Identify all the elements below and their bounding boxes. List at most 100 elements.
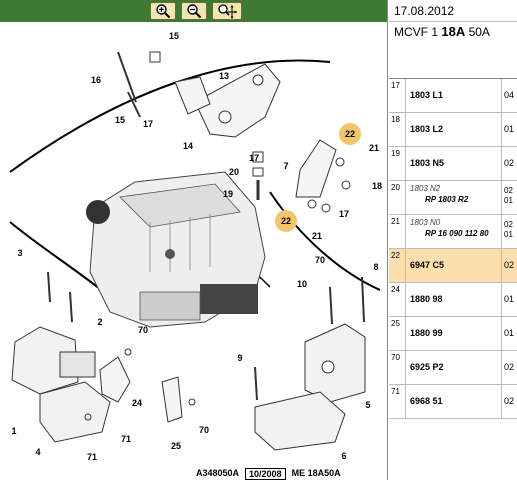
callout-7[interactable]: 7 [283, 161, 288, 171]
parts-table: 17 1803 L1 04 18 1803 L2 01 19 1803 N5 02 20 1803 … [389, 79, 517, 419]
callout-10[interactable]: 10 [297, 279, 307, 289]
parts-row-reference: 1803 N5 [410, 158, 445, 168]
parts-row-71[interactable]: 71 6968 51 02 [389, 385, 517, 419]
callout-25[interactable]: 25 [171, 441, 181, 451]
callout-5[interactable]: 5 [365, 400, 370, 410]
parts-row-reference: 1803 N0 [410, 218, 441, 227]
parts-row-quantity: 02 [504, 396, 515, 406]
parts-row-reference: 6968 51 [410, 396, 443, 406]
diagram-footer: A348050A 10/2008 ME 18A50A [196, 468, 341, 480]
parts-row-quantity: 02 [504, 260, 515, 270]
parts-row-index: 19 [389, 147, 406, 180]
parts-row-70[interactable]: 70 6925 P2 02 [389, 351, 517, 385]
parts-drawing: 15 16 13 15 17 14 22 21 17 20 19 7 18 17 22 21 3 2 10 8 70 70… [0, 22, 387, 480]
parts-row-19[interactable]: 19 1803 N5 02 [389, 147, 517, 181]
parts-row-reference: 6925 P2 [410, 362, 444, 372]
parts-row-quantity: 01 [504, 328, 515, 338]
right-lower-mount [254, 276, 366, 451]
small-link [161, 376, 196, 423]
zoom-in-icon [156, 4, 171, 19]
parts-row-replacement-reference: RP 1803 R2 [425, 195, 469, 204]
parts-row-24[interactable]: 24 1880 98 01 [389, 283, 517, 317]
callout-17[interactable]: 17 [143, 119, 153, 129]
callout-6[interactable]: 6 [341, 451, 346, 461]
callout-16[interactable]: 16 [91, 75, 101, 85]
parts-row-index: 71 [389, 385, 406, 418]
separator-curve-top [9, 59, 331, 173]
parts-row-25[interactable]: 25 1880 99 01 [389, 317, 517, 351]
callout-22[interactable]: 22 [345, 129, 355, 139]
parts-row-20[interactable]: 20 1803 N2 RP 1803 R2 02 01 [389, 181, 517, 215]
diagram-date-box: 10/2008 [245, 468, 286, 480]
callout-15[interactable]: 15 [169, 31, 179, 41]
parts-row-quantity: 01 [504, 124, 515, 134]
callout-19[interactable]: 19 [223, 189, 233, 199]
callout-70[interactable]: 70 [138, 325, 148, 335]
left-lower-mount [11, 271, 111, 443]
callout-17[interactable]: 17 [249, 153, 259, 163]
callout-4[interactable]: 4 [35, 447, 40, 457]
callout-9[interactable]: 9 [237, 353, 242, 363]
parts-row-quantity: 01 [504, 294, 515, 304]
callout-71[interactable]: 71 [87, 452, 97, 462]
diagram-ref-code: A348050A [196, 468, 240, 478]
callout-17[interactable]: 17 [339, 209, 349, 219]
parts-row-index: 25 [389, 317, 406, 350]
model-code: MCVF 1 18A 50A [389, 22, 517, 42]
callout-22[interactable]: 22 [281, 216, 291, 226]
callout-8[interactable]: 8 [373, 262, 378, 272]
parts-row-reference: 1803 L1 [410, 90, 444, 100]
diagram-toolbar [0, 0, 387, 22]
pan-zoom-button[interactable] [212, 2, 242, 20]
parts-row-index: 22 [389, 249, 406, 282]
callout-21[interactable]: 21 [312, 231, 322, 241]
parts-row-index: 20 [389, 181, 406, 214]
engine-assembly [86, 171, 266, 328]
zoom-out-icon [187, 4, 202, 19]
model-suffix: 50A [468, 25, 490, 39]
callout-1[interactable]: 1 [11, 426, 16, 436]
parts-row-22[interactable]: 22 6947 C5 02 [389, 249, 517, 283]
parts-list-panel: 17.08.2012 MCVF 1 18A 50A 17 1803 L1 04 18 1… [389, 0, 517, 480]
parts-row-quantity: 02 [504, 158, 515, 168]
callout-14[interactable]: 14 [183, 141, 193, 151]
callout-70[interactable]: 70 [199, 425, 209, 435]
model-prefix: MCVF 1 [394, 25, 439, 39]
callout-21[interactable]: 21 [369, 143, 379, 153]
parts-row-reference: 1880 99 [410, 328, 443, 338]
parts-row-quantity-replacement: 01 [504, 196, 513, 205]
torque-link [252, 139, 351, 213]
zoom-out-button[interactable] [181, 2, 207, 20]
callout-24[interactable]: 24 [132, 398, 142, 408]
callout-2[interactable]: 2 [97, 317, 102, 327]
parts-row-quantity-original: 02 [504, 186, 513, 195]
parts-row-quantity-replacement: 01 [504, 230, 513, 239]
parts-row-quantity: 04 [504, 90, 515, 100]
parts-row-17[interactable]: 17 1803 L1 04 [389, 79, 517, 113]
catalog-date: 17.08.2012 [389, 0, 517, 22]
parts-row-quantity-original: 02 [504, 220, 513, 229]
callout-15[interactable]: 15 [115, 115, 125, 125]
callout-13[interactable]: 13 [219, 71, 229, 81]
parts-row-quantity: 02 [504, 362, 515, 372]
parts-row-index: 70 [389, 351, 406, 384]
exploded-diagram-panel: 15 16 13 15 17 14 22 21 17 20 19 7 18 17 22 21 3 2 10 8 70 70… [0, 0, 388, 480]
callout-20[interactable]: 20 [229, 167, 239, 177]
parts-row-21[interactable]: 21 1803 N0 RP 16 090 112 80 02 01 [389, 215, 517, 249]
parts-row-reference: 1803 N2 [410, 184, 441, 193]
callout-18[interactable]: 18 [372, 181, 382, 191]
parts-row-replacement-reference: RP 16 090 112 80 [425, 229, 489, 238]
parts-header: 17.08.2012 MCVF 1 18A 50A [389, 0, 517, 79]
parts-row-index: 17 [389, 79, 406, 112]
callout-71[interactable]: 71 [121, 434, 131, 444]
model-bold: 18A [441, 24, 466, 39]
diagram-model-ref: ME 18A50A [291, 468, 341, 478]
parts-row-index: 21 [389, 215, 406, 248]
parts-row-reference: 6947 C5 [410, 260, 445, 270]
callout-3[interactable]: 3 [17, 248, 22, 258]
parts-row-reference: 1880 98 [410, 294, 443, 304]
parts-row-18[interactable]: 18 1803 L2 01 [389, 113, 517, 147]
parts-row-index: 18 [389, 113, 406, 146]
callout-70[interactable]: 70 [315, 255, 325, 265]
zoom-in-button[interactable] [150, 2, 176, 20]
